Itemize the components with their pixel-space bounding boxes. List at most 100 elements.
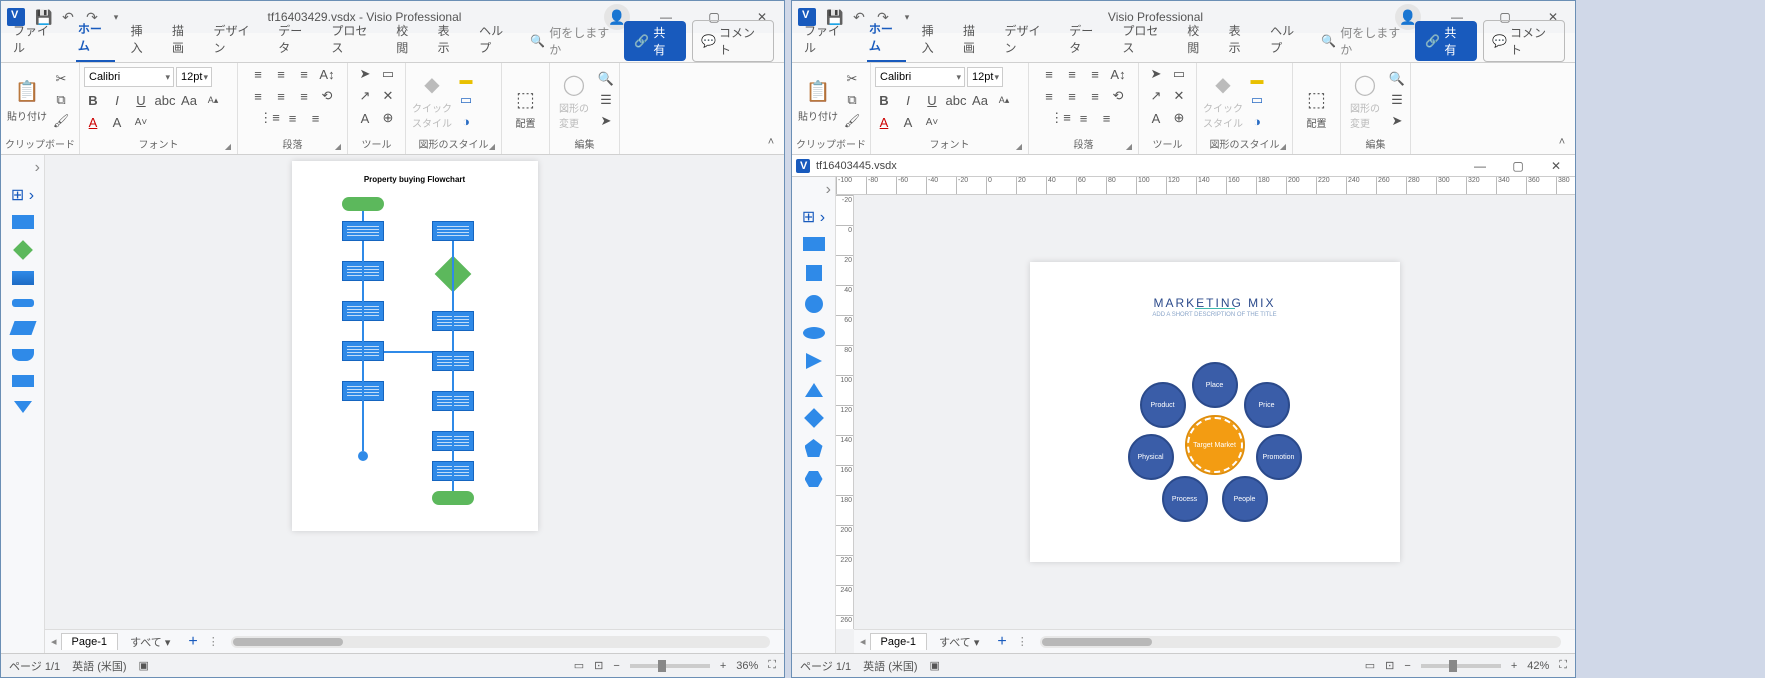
tab-design[interactable]: デザイン — [1002, 16, 1053, 62]
tab-draw[interactable]: 描画 — [170, 16, 197, 62]
terminator-start[interactable] — [342, 197, 384, 211]
tab-help[interactable]: ヘルプ — [477, 16, 516, 62]
align-center-icon[interactable]: ≡ — [1063, 65, 1081, 83]
page-tab-1[interactable]: Page-1 — [870, 633, 927, 650]
tab-home[interactable]: ホーム — [76, 14, 115, 62]
decrease-indent-icon[interactable]: ≡ — [1075, 109, 1093, 127]
petal-circle[interactable]: Process — [1162, 476, 1208, 522]
stencil-circle[interactable] — [805, 295, 823, 313]
increase-indent-icon[interactable]: ≡ — [307, 109, 325, 127]
fill-color-icon[interactable]: ▬ — [457, 70, 475, 88]
petal-circle[interactable]: Place — [1192, 362, 1238, 408]
underline-button[interactable]: U — [923, 91, 941, 109]
underline-button[interactable]: U — [132, 91, 150, 109]
stencil-diamond[interactable] — [13, 240, 33, 260]
line-color-icon[interactable]: ▭ — [457, 91, 475, 109]
align-middle-icon[interactable]: ≡ — [272, 87, 290, 105]
petal-circle[interactable]: Physical — [1128, 434, 1174, 480]
italic-button[interactable]: I — [108, 91, 126, 109]
tell-me-search[interactable]: 🔍 何をしますか — [530, 24, 618, 58]
presentation-mode-icon[interactable]: ▭ — [574, 659, 584, 672]
shrink-font-a-button[interactable]: A — [899, 113, 917, 131]
tab-data[interactable]: データ — [276, 16, 315, 62]
fill-color-icon[interactable]: ▬ — [1248, 70, 1266, 88]
shapes-toggle-icon[interactable]: ⊞ › — [792, 207, 835, 227]
select-icon[interactable]: ➤ — [597, 112, 615, 130]
stencil-hexagon[interactable] — [805, 471, 823, 487]
align-left-icon[interactable]: ≡ — [1040, 65, 1058, 83]
full-screen-icon[interactable]: ⛶ — [768, 659, 776, 672]
layers-icon[interactable]: ☰ — [597, 91, 615, 109]
dialog-launcher-icon[interactable]: ◢ — [1016, 142, 1022, 151]
macro-recording-icon[interactable]: ▣ — [139, 659, 149, 672]
drawing-page[interactable]: Property buying Flowchart — [292, 161, 538, 531]
presentation-mode-icon[interactable]: ▭ — [1365, 659, 1375, 672]
status-language[interactable]: 英語 (米国) — [72, 658, 126, 674]
font-size-combo[interactable]: 12pt — [176, 67, 212, 87]
collapse-ribbon-icon[interactable]: ˄ — [1549, 63, 1575, 154]
find-icon[interactable]: 🔍 — [1388, 70, 1406, 88]
cut-icon[interactable]: ✂ — [52, 70, 70, 88]
expand-shapes-icon[interactable]: › — [1, 159, 44, 179]
stencil-data[interactable] — [12, 299, 34, 307]
status-language[interactable]: 英語 (米国) — [863, 658, 917, 674]
doc-maximize-button[interactable]: ▢ — [1499, 159, 1537, 173]
stencil-pentagon[interactable] — [805, 439, 823, 457]
fit-to-window-icon[interactable]: ⊡ — [594, 659, 603, 672]
petal-circle[interactable]: Price — [1244, 382, 1290, 428]
stencil-triangle[interactable] — [14, 401, 32, 413]
tell-me-search[interactable]: 🔍 何をしますか — [1321, 24, 1409, 58]
font-color-button[interactable]: A — [84, 113, 102, 131]
effects-icon[interactable]: ◑ — [1248, 112, 1266, 130]
stencil-square[interactable] — [806, 265, 822, 281]
tab-review[interactable]: 校閲 — [394, 16, 421, 62]
expand-shapes-icon[interactable]: › — [792, 181, 835, 201]
strikethrough-button[interactable]: abc — [947, 91, 965, 109]
tab-data[interactable]: データ — [1067, 16, 1106, 62]
text-tool-icon[interactable]: A — [356, 109, 374, 127]
copy-icon[interactable]: ⧉ — [843, 91, 861, 109]
dialog-launcher-icon[interactable]: ◢ — [225, 142, 231, 151]
dialog-launcher-icon[interactable]: ◢ — [489, 142, 495, 151]
share-button[interactable]: 🔗 共有 — [624, 21, 686, 61]
drawing-canvas[interactable]: MARKETING MIX ADD A SHORT DESCRIPTION OF… — [854, 195, 1575, 629]
horizontal-scrollbar[interactable] — [231, 636, 770, 648]
all-pages-tab[interactable]: すべて ▾ — [122, 632, 178, 652]
petal-circle[interactable]: Promotion — [1256, 434, 1302, 480]
dialog-launcher-icon[interactable]: ◢ — [335, 142, 341, 151]
shrink-font-a-button[interactable]: A — [108, 113, 126, 131]
align-middle-icon[interactable]: ≡ — [1063, 87, 1081, 105]
tab-view[interactable]: 表示 — [1227, 16, 1254, 62]
text-direction-icon[interactable]: A↕ — [318, 65, 336, 83]
all-pages-tab[interactable]: すべて ▾ — [931, 632, 987, 652]
tabs-menu-icon[interactable]: ⋮ — [1017, 635, 1028, 648]
zoom-level[interactable]: 42% — [1527, 660, 1549, 672]
stencil-diamond[interactable] — [804, 408, 824, 428]
bullets-icon[interactable]: ⋮≡ — [261, 109, 279, 127]
grow-font-button[interactable]: A▴ — [995, 91, 1013, 109]
doc-close-button[interactable]: ✕ — [1537, 159, 1575, 173]
macro-recording-icon[interactable]: ▣ — [930, 659, 940, 672]
stencil-document[interactable] — [12, 271, 34, 285]
format-painter-icon[interactable]: 🖌 — [52, 112, 70, 130]
tab-view[interactable]: 表示 — [436, 16, 463, 62]
align-top-icon[interactable]: ≡ — [249, 87, 267, 105]
stencil-ellipse[interactable] — [803, 327, 825, 339]
comments-button[interactable]: 💬 コメント — [1483, 20, 1565, 62]
pointer-tool-icon[interactable]: ➤ — [1147, 65, 1165, 83]
increase-indent-icon[interactable]: ≡ — [1098, 109, 1116, 127]
collapse-ribbon-icon[interactable]: ˄ — [758, 63, 784, 154]
arrange-button[interactable]: ⬚配置 — [506, 75, 545, 141]
stencil-parallelogram[interactable] — [9, 321, 36, 335]
connection-point-icon[interactable]: ⊕ — [1170, 109, 1188, 127]
stencil-database[interactable] — [12, 349, 34, 361]
page-tab-1[interactable]: Page-1 — [61, 633, 118, 650]
paste-button[interactable]: 📋貼り付け — [796, 67, 840, 133]
tab-insert[interactable]: 挿入 — [920, 16, 947, 62]
process-box[interactable] — [432, 221, 474, 241]
stencil-triangle-up[interactable] — [805, 383, 823, 397]
fit-to-window-icon[interactable]: ⊡ — [1385, 659, 1394, 672]
rectangle-tool-icon[interactable]: ▭ — [379, 65, 397, 83]
dialog-launcher-icon[interactable]: ◢ — [1280, 142, 1286, 151]
align-right-icon[interactable]: ≡ — [295, 65, 313, 83]
